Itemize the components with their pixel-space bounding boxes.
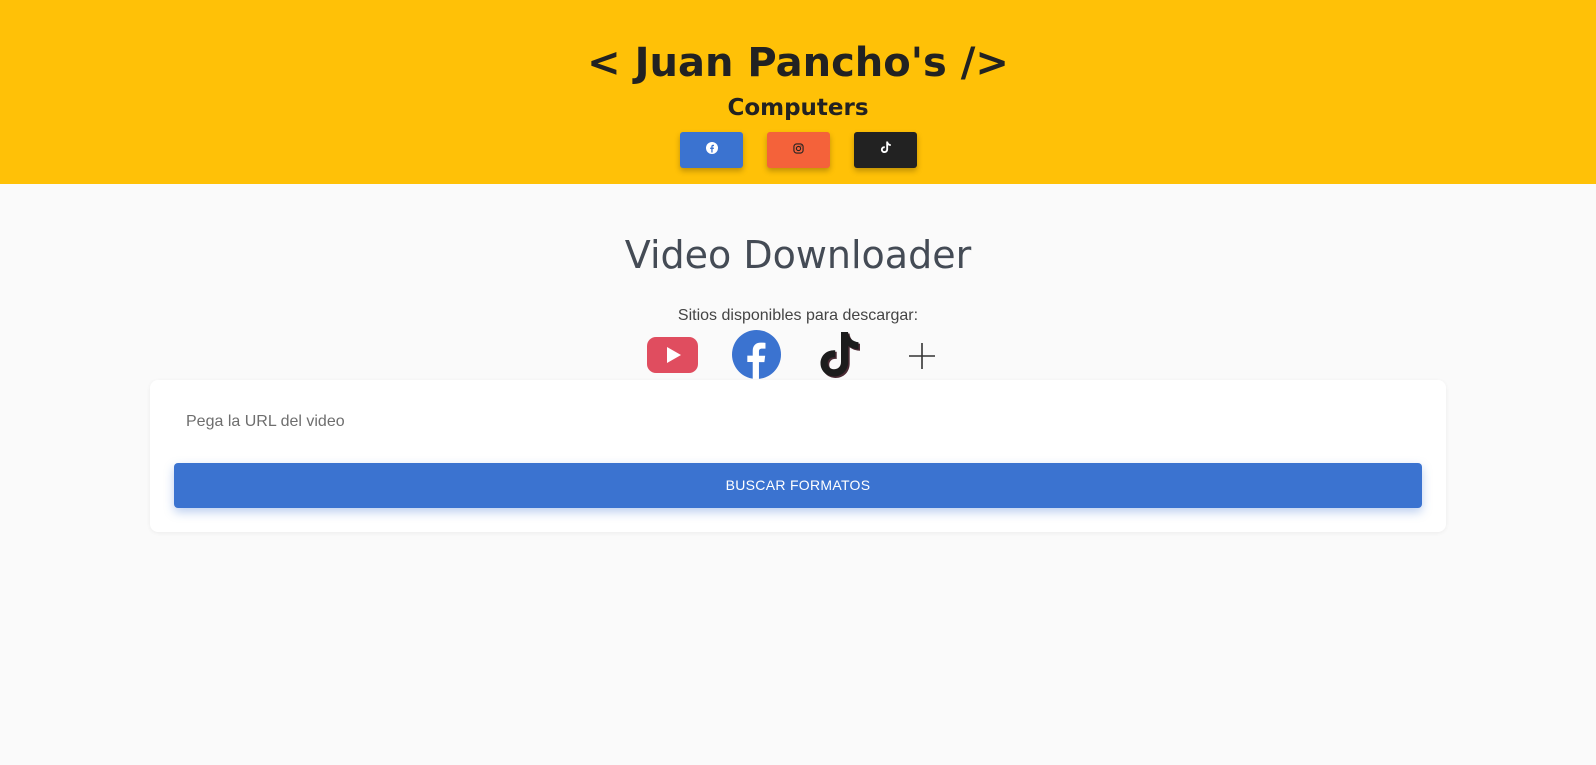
page-title: Video Downloader: [624, 233, 972, 277]
header: < Juan Pancho's /> Computers: [0, 0, 1596, 184]
tiktok-icon: [815, 330, 863, 380]
url-input[interactable]: [174, 400, 1398, 444]
brand-subtitle: Computers: [727, 95, 869, 121]
search-formats-button[interactable]: BUSCAR FORMATOS: [174, 463, 1422, 508]
facebook-icon: [705, 141, 718, 159]
instagram-icon: [793, 141, 804, 159]
tiktok-button[interactable]: [854, 132, 917, 168]
download-form-card: BUSCAR FORMATOS: [150, 380, 1446, 532]
tiktok-icon: [880, 141, 892, 159]
instagram-button[interactable]: [767, 132, 830, 168]
facebook-button[interactable]: [680, 132, 743, 168]
brand-title: < Juan Pancho's />: [587, 40, 1009, 86]
facebook-icon: [732, 330, 781, 380]
sites-label: Sitios disponibles para descargar:: [677, 307, 919, 324]
youtube-icon: [647, 336, 698, 374]
